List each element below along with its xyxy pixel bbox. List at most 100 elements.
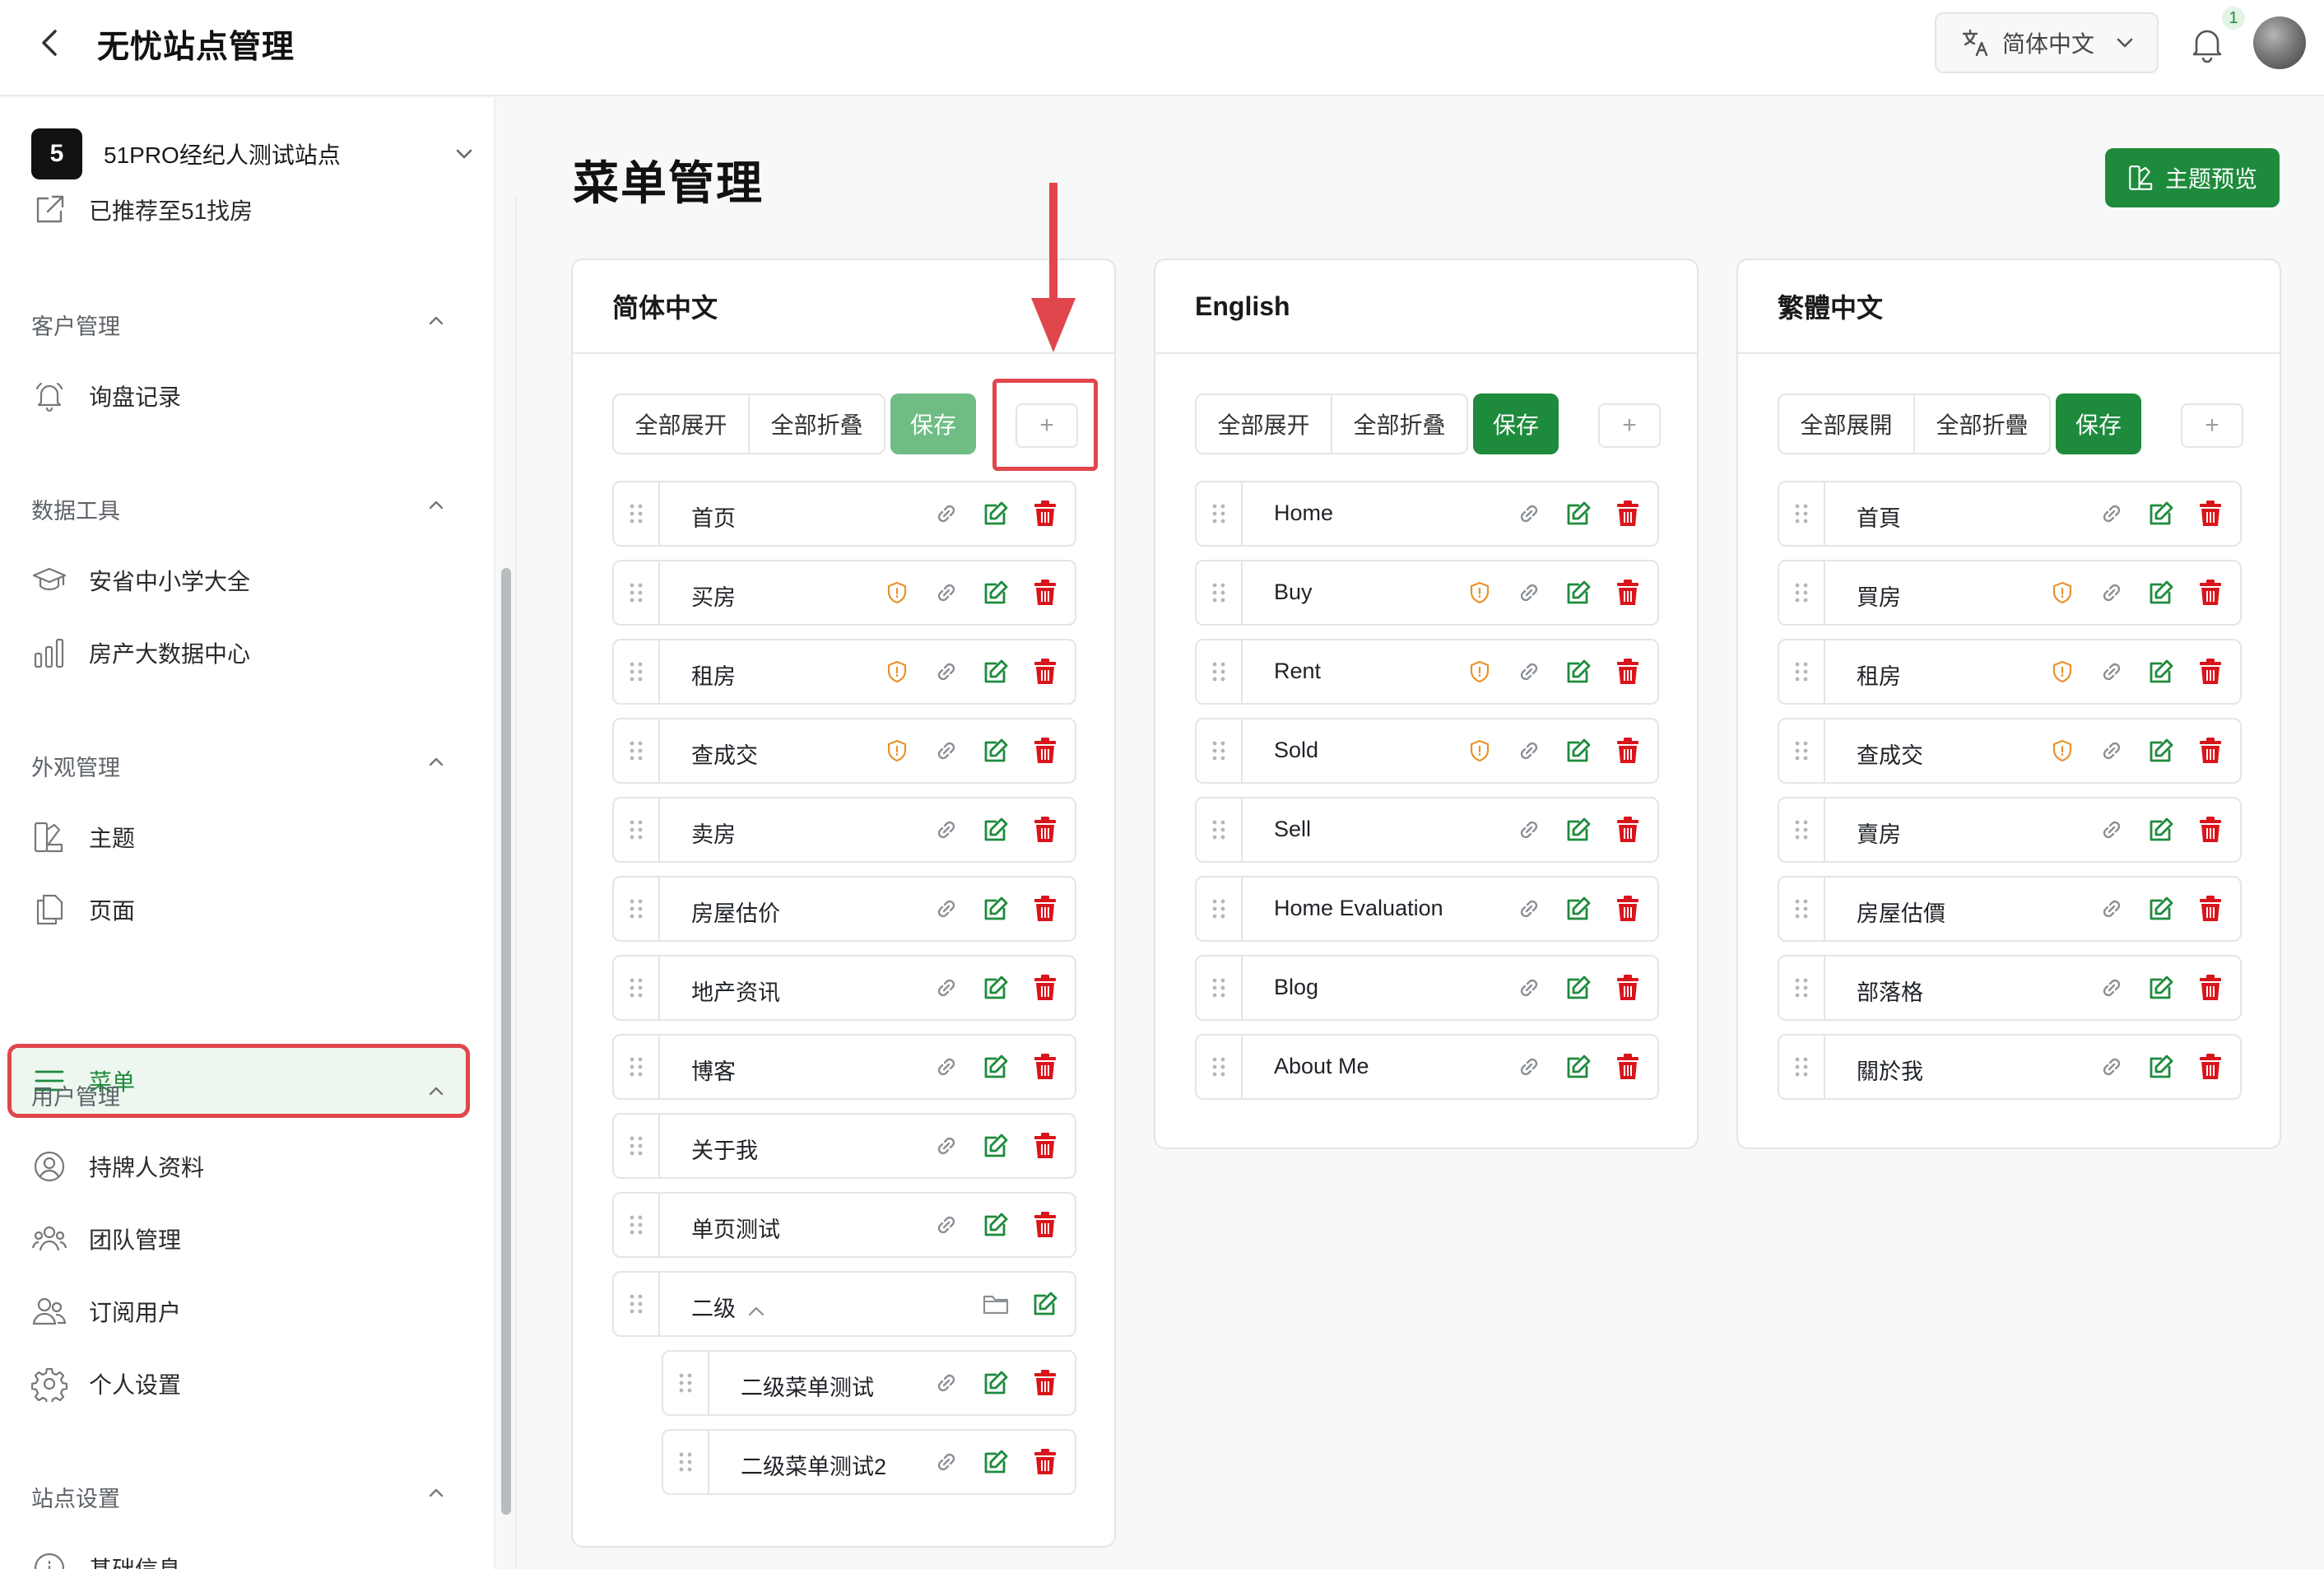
link-button[interactable] — [2097, 578, 2126, 608]
delete-button[interactable] — [2196, 1052, 2225, 1082]
edit-button[interactable] — [1564, 973, 1593, 1003]
drag-handle[interactable] — [1779, 561, 1825, 624]
drag-handle[interactable] — [614, 482, 660, 545]
add-menu-item-button[interactable]: + — [2181, 403, 2243, 448]
drag-handle[interactable] — [1779, 957, 1825, 1019]
chevron-up-icon[interactable] — [425, 1481, 448, 1504]
login-required-badge[interactable] — [1465, 736, 1494, 766]
edit-button[interactable] — [1564, 499, 1593, 528]
link-button[interactable] — [1514, 815, 1544, 845]
edit-button[interactable] — [2146, 578, 2176, 608]
edit-button[interactable] — [2146, 736, 2176, 766]
delete-button[interactable] — [1030, 894, 1060, 924]
link-button[interactable] — [2097, 499, 2126, 528]
folder-button[interactable] — [981, 1289, 1011, 1319]
edit-button[interactable] — [981, 1368, 1011, 1398]
add-menu-item-button[interactable]: + — [1598, 403, 1661, 448]
delete-button[interactable] — [1030, 578, 1060, 608]
delete-button[interactable] — [1030, 1368, 1060, 1398]
delete-button[interactable] — [1613, 657, 1643, 687]
sidebar-item-theme[interactable]: 主题 — [12, 804, 466, 870]
edit-button[interactable] — [2146, 894, 2176, 924]
drag-handle[interactable] — [614, 957, 660, 1019]
login-required-badge[interactable] — [882, 736, 912, 766]
link-button[interactable] — [1514, 894, 1544, 924]
link-button[interactable] — [1514, 578, 1544, 608]
delete-button[interactable] — [1613, 894, 1643, 924]
drag-handle[interactable] — [614, 1194, 660, 1256]
login-required-badge[interactable] — [2047, 657, 2077, 687]
delete-button[interactable] — [1030, 1131, 1060, 1161]
site-switcher[interactable]: 5 51PRO经纪人测试站点 — [31, 128, 476, 180]
edit-button[interactable] — [1030, 1289, 1060, 1319]
edit-button[interactable] — [1564, 736, 1593, 766]
sidebar-item-bigdata[interactable]: 房产大数据中心 — [12, 620, 466, 686]
drag-handle[interactable] — [1197, 798, 1243, 861]
drag-handle[interactable] — [614, 561, 660, 624]
sidebar-item-agent-profile[interactable]: 持牌人资料 — [12, 1134, 466, 1199]
drag-handle[interactable] — [1779, 798, 1825, 861]
collapse-all-button[interactable]: 全部折疊 — [1913, 395, 2049, 453]
drag-handle[interactable] — [1779, 719, 1825, 782]
edit-button[interactable] — [981, 1447, 1011, 1477]
drag-handle[interactable] — [1197, 719, 1243, 782]
edit-button[interactable] — [2146, 499, 2176, 528]
back-button[interactable] — [30, 23, 69, 63]
save-button[interactable]: 保存 — [890, 393, 976, 454]
link-button[interactable] — [932, 657, 961, 687]
edit-button[interactable] — [981, 815, 1011, 845]
sidebar-scrollbar[interactable] — [501, 568, 511, 1515]
edit-button[interactable] — [981, 578, 1011, 608]
drag-handle[interactable] — [614, 1273, 660, 1335]
link-button[interactable] — [932, 1368, 961, 1398]
edit-button[interactable] — [2146, 1052, 2176, 1082]
link-button[interactable] — [932, 1131, 961, 1161]
link-button[interactable] — [1514, 657, 1544, 687]
collapse-all-button[interactable]: 全部折叠 — [748, 395, 884, 453]
sidebar-item-team[interactable]: 团队管理 — [12, 1206, 466, 1272]
link-button[interactable] — [932, 1052, 961, 1082]
sidebar-item-basic-info[interactable]: 基础信息 — [12, 1535, 466, 1569]
link-button[interactable] — [2097, 894, 2126, 924]
expand-all-button[interactable]: 全部展开 — [1197, 395, 1331, 453]
drag-handle[interactable] — [1779, 640, 1825, 703]
link-button[interactable] — [1514, 973, 1544, 1003]
link-button[interactable] — [2097, 657, 2126, 687]
link-button[interactable] — [1514, 499, 1544, 528]
link-button[interactable] — [932, 894, 961, 924]
drag-handle[interactable] — [1779, 482, 1825, 545]
edit-button[interactable] — [981, 657, 1011, 687]
edit-button[interactable] — [1564, 815, 1593, 845]
delete-button[interactable] — [1613, 973, 1643, 1003]
drag-handle[interactable] — [614, 1036, 660, 1098]
login-required-badge[interactable] — [1465, 578, 1494, 608]
link-button[interactable] — [932, 499, 961, 528]
edit-button[interactable] — [981, 1052, 1011, 1082]
edit-button[interactable] — [1564, 894, 1593, 924]
edit-button[interactable] — [1564, 1052, 1593, 1082]
link-button[interactable] — [2097, 1052, 2126, 1082]
recommended-link[interactable]: 已推荐至51找房 — [31, 192, 253, 228]
edit-button[interactable] — [2146, 657, 2176, 687]
expand-all-button[interactable]: 全部展开 — [614, 395, 748, 453]
delete-button[interactable] — [1030, 1052, 1060, 1082]
drag-handle[interactable] — [1197, 957, 1243, 1019]
edit-button[interactable] — [981, 1131, 1011, 1161]
chevron-up-icon[interactable] — [425, 1079, 448, 1102]
delete-button[interactable] — [1030, 736, 1060, 766]
delete-button[interactable] — [2196, 736, 2225, 766]
save-button[interactable]: 保存 — [1473, 393, 1559, 454]
drag-handle[interactable] — [614, 640, 660, 703]
collapse-all-button[interactable]: 全部折叠 — [1331, 395, 1466, 453]
delete-button[interactable] — [1030, 973, 1060, 1003]
chevron-up-icon[interactable] — [425, 750, 448, 773]
link-button[interactable] — [2097, 973, 2126, 1003]
sidebar-item-inquiry[interactable]: 询盘记录 — [12, 363, 466, 429]
user-avatar[interactable] — [2253, 16, 2306, 69]
bell-icon[interactable] — [2187, 23, 2228, 64]
login-required-badge[interactable] — [882, 578, 912, 608]
save-button[interactable]: 保存 — [2056, 393, 2141, 454]
link-button[interactable] — [1514, 1052, 1544, 1082]
drag-handle[interactable] — [1197, 482, 1243, 545]
login-required-badge[interactable] — [882, 657, 912, 687]
